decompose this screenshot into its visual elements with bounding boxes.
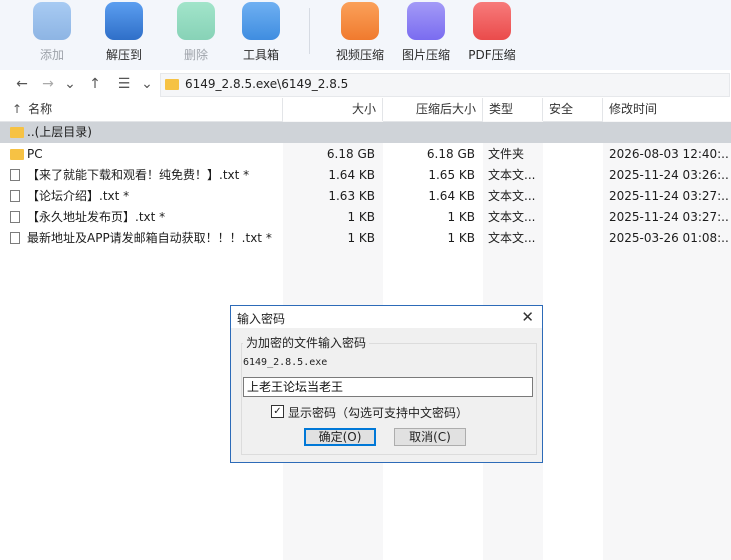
column-name[interactable]: ↑ 名称 bbox=[0, 98, 283, 121]
folder-icon bbox=[165, 79, 179, 90]
show-password-label: 显示密码（勾选可支持中文密码） bbox=[288, 406, 469, 420]
item-modified: 2025-11-24 03:27:... bbox=[609, 210, 729, 224]
column-modified-label: 修改时间 bbox=[609, 102, 658, 116]
item-packed-size: 1 KB bbox=[447, 210, 475, 224]
list-item[interactable]: PC 6.18 GB 6.18 GB 文件夹 2026-08-03 12:40:… bbox=[0, 144, 731, 165]
dialog-title: 输入密码 bbox=[237, 312, 286, 326]
column-type[interactable]: 类型 bbox=[483, 98, 543, 121]
folder-icon bbox=[10, 149, 24, 160]
item-name: 【来了就能下载和观看！纯免费！】.txt * bbox=[27, 168, 250, 182]
item-size: 1.63 KB bbox=[328, 189, 375, 203]
column-security-label: 安全 bbox=[549, 102, 574, 116]
address-bar: ← → ⌄ ↑ ☰ ⌄ 6149_2.8.5.exe\6149_2.8.5 bbox=[0, 70, 731, 99]
toolbar-separator bbox=[309, 8, 310, 54]
delete-label: 删除 bbox=[183, 48, 208, 62]
item-size: 1.64 KB bbox=[328, 168, 375, 182]
path-field[interactable]: 6149_2.8.5.exe\6149_2.8.5 bbox=[160, 73, 730, 97]
text-file-icon bbox=[10, 232, 20, 244]
pdf-compress-button[interactable]: PDF压缩 bbox=[460, 0, 524, 70]
dialog-titlebar: 输入密码 ✕ bbox=[231, 306, 542, 328]
item-modified: 2026-08-03 12:40:... bbox=[609, 147, 729, 161]
delete-icon bbox=[177, 2, 215, 40]
item-packed-size: 1 KB bbox=[447, 231, 475, 245]
history-dropdown-icon[interactable]: ⌄ bbox=[60, 74, 80, 94]
item-type: 文本文... bbox=[488, 168, 536, 182]
extract-to-button[interactable]: 解压到 bbox=[92, 0, 156, 70]
text-file-icon bbox=[10, 190, 20, 202]
column-header: ↑ 名称 大小 压缩后大小 类型 安全 修改时间 bbox=[0, 98, 731, 122]
toolbox-icon bbox=[242, 2, 280, 40]
column-size-label: 大小 bbox=[351, 102, 376, 116]
video-compress-icon bbox=[341, 2, 379, 40]
item-type: 文件夹 bbox=[488, 147, 525, 161]
column-type-label: 类型 bbox=[489, 102, 514, 116]
item-size: 6.18 GB bbox=[326, 147, 375, 161]
item-name: PC bbox=[27, 147, 43, 161]
column-modified[interactable]: 修改时间 bbox=[603, 98, 731, 121]
column-security[interactable]: 安全 bbox=[543, 98, 603, 121]
item-size: 1 KB bbox=[347, 231, 375, 245]
toolbar: 添加 解压到 删除 工具箱 视频压缩 图片压缩 PDF压缩 bbox=[0, 0, 731, 70]
add-button[interactable]: 添加 bbox=[20, 0, 84, 70]
item-name: 【永久地址发布页】.txt * bbox=[27, 210, 166, 224]
item-type: 文本文... bbox=[488, 210, 536, 224]
pdf-compress-label: PDF压缩 bbox=[468, 48, 516, 62]
close-icon[interactable]: ✕ bbox=[521, 308, 534, 326]
forward-icon[interactable]: → bbox=[38, 74, 58, 94]
sort-arrow-icon: ↑ bbox=[12, 102, 23, 116]
video-compress-button[interactable]: 视频压缩 bbox=[328, 0, 392, 70]
list-item[interactable]: 最新地址及APP请发邮箱自动获取！！！.txt * 1 KB 1 KB 文本文.… bbox=[0, 228, 731, 249]
delete-button[interactable]: 删除 bbox=[164, 0, 228, 70]
view-mode-icon[interactable]: ☰ bbox=[114, 74, 134, 94]
extract-icon bbox=[105, 2, 143, 40]
item-type: 文本文... bbox=[488, 231, 536, 245]
column-packed-label: 压缩后大小 bbox=[415, 102, 476, 116]
list-item[interactable]: 【来了就能下载和观看！纯免费！】.txt * 1.64 KB 1.65 KB 文… bbox=[0, 165, 731, 186]
path-text: 6149_2.8.5.exe\6149_2.8.5 bbox=[185, 77, 349, 91]
add-archive-icon bbox=[33, 2, 71, 40]
image-compress-label: 图片压缩 bbox=[401, 48, 450, 62]
item-modified: 2025-03-26 01:08:... bbox=[609, 231, 729, 245]
text-file-icon bbox=[10, 211, 20, 223]
view-dropdown-icon[interactable]: ⌄ bbox=[137, 74, 157, 94]
item-modified: 2025-11-24 03:26:... bbox=[609, 168, 729, 182]
column-packed[interactable]: 压缩后大小 bbox=[383, 98, 483, 121]
encrypted-filename: 6149_2.8.5.exe bbox=[243, 357, 328, 368]
item-name: 【论坛介绍】.txt * bbox=[27, 189, 130, 203]
text-file-icon bbox=[10, 169, 20, 181]
item-name: ..(上层目录) bbox=[27, 125, 92, 139]
extract-to-label: 解压到 bbox=[105, 48, 142, 62]
item-modified: 2025-11-24 03:27:... bbox=[609, 189, 729, 203]
password-dialog: 输入密码 ✕ 为加密的文件输入密码 6149_2.8.5.exe 上老王论坛当老… bbox=[230, 305, 543, 463]
back-icon[interactable]: ← bbox=[12, 74, 32, 94]
show-password-checkbox[interactable]: ✓ bbox=[271, 405, 284, 418]
image-compress-button[interactable]: 图片压缩 bbox=[394, 0, 458, 70]
list-item[interactable]: 【论坛介绍】.txt * 1.63 KB 1.64 KB 文本文... 2025… bbox=[0, 186, 731, 207]
column-name-label: 名称 bbox=[28, 102, 53, 116]
item-packed-size: 6.18 GB bbox=[426, 147, 475, 161]
ok-button[interactable]: 确定(O) bbox=[304, 428, 376, 446]
item-name: 最新地址及APP请发邮箱自动获取！！！.txt * bbox=[27, 231, 272, 245]
item-packed-size: 1.64 KB bbox=[428, 189, 475, 203]
item-size: 1 KB bbox=[347, 210, 375, 224]
add-label: 添加 bbox=[39, 48, 64, 62]
video-compress-label: 视频压缩 bbox=[335, 48, 384, 62]
folder-icon bbox=[10, 127, 24, 138]
group-label: 为加密的文件输入密码 bbox=[243, 334, 370, 351]
item-packed-size: 1.65 KB bbox=[428, 168, 475, 182]
up-level-icon[interactable]: ↑ bbox=[85, 74, 105, 94]
image-compress-icon bbox=[407, 2, 445, 40]
item-type: 文本文... bbox=[488, 189, 536, 203]
toolbox-label: 工具箱 bbox=[242, 48, 279, 62]
toolbox-button[interactable]: 工具箱 bbox=[229, 0, 293, 70]
password-input[interactable]: 上老王论坛当老王 bbox=[243, 377, 533, 397]
list-item-parent-dir[interactable]: ..(上层目录) bbox=[0, 122, 731, 143]
cancel-button[interactable]: 取消(C) bbox=[394, 428, 466, 446]
pdf-compress-icon bbox=[473, 2, 511, 40]
list-item[interactable]: 【永久地址发布页】.txt * 1 KB 1 KB 文本文... 2025-11… bbox=[0, 207, 731, 228]
column-size[interactable]: 大小 bbox=[283, 98, 383, 121]
